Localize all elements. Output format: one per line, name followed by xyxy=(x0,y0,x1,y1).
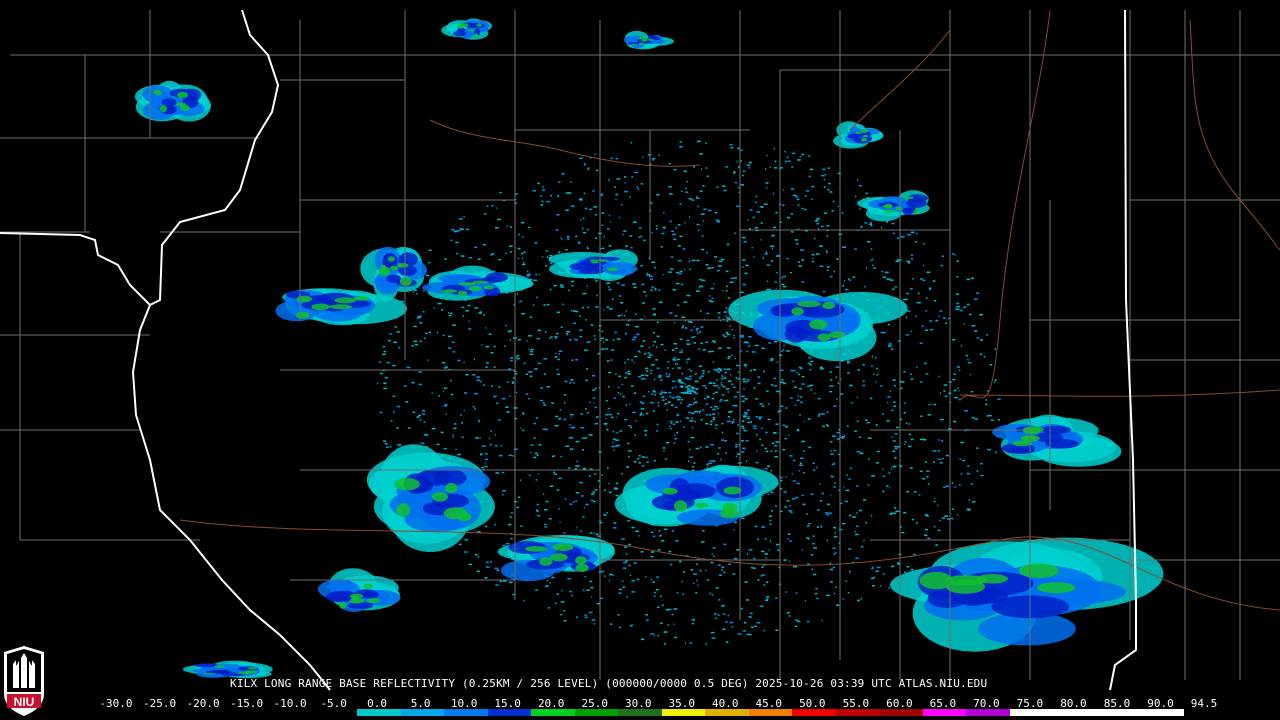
colorbar-segment xyxy=(1140,709,1184,716)
scale-label: 94.5 xyxy=(1190,697,1218,710)
colorbar-segment xyxy=(183,709,227,716)
colorbar-segment xyxy=(705,709,749,716)
colorbar-segment xyxy=(618,709,662,716)
colorbar-segment xyxy=(139,709,184,716)
radar-map xyxy=(0,0,1280,720)
product-caption: KILX LONG RANGE BASE REFLECTIVITY (0.25K… xyxy=(230,677,988,690)
colorbar-segment xyxy=(922,709,967,716)
colorbar-segment xyxy=(487,709,532,716)
colorbar-segment xyxy=(357,709,401,716)
colorbar-segment xyxy=(531,709,575,716)
colorbar-segment xyxy=(270,709,314,716)
colorbar-segment xyxy=(748,709,793,716)
colorbar-segment xyxy=(226,709,271,716)
colorbar-segment xyxy=(835,709,880,716)
colorbar-segment xyxy=(792,709,836,716)
colorbar-segment xyxy=(1053,709,1097,716)
colorbar-segment xyxy=(574,709,619,716)
colorbar-segment xyxy=(966,709,1010,716)
colorbar-segment xyxy=(313,709,358,716)
colorbar-segment xyxy=(1096,709,1141,716)
colorbar-segment xyxy=(879,709,923,716)
colorbar-segment xyxy=(400,709,445,716)
colorbar-segment xyxy=(661,709,706,716)
reflectivity-colorbar xyxy=(96,709,1184,716)
svg-text:NIU: NIU xyxy=(14,695,35,709)
colorbar-segment xyxy=(444,709,488,716)
colorbar-segment xyxy=(1009,709,1054,716)
colorbar-segment xyxy=(96,709,140,716)
reflectivity-scale-labels: -30.0 -25.0 -20.0 -15.0 -10.0 -5.0 0.0 5.0 10.0 1… xyxy=(92,697,1217,710)
niu-logo: NIU xyxy=(4,646,44,716)
